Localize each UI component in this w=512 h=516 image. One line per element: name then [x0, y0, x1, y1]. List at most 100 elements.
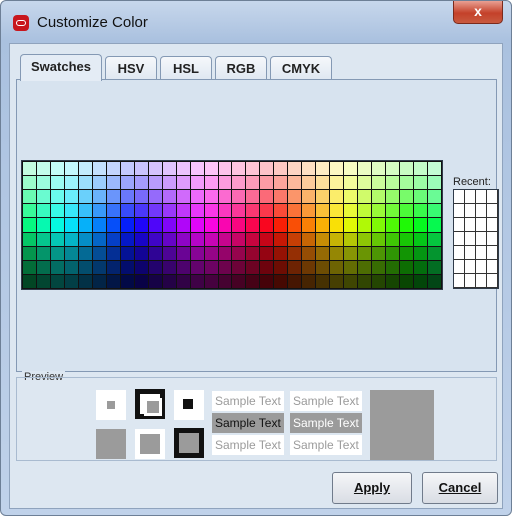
color-swatch[interactable]: [414, 176, 428, 190]
color-swatch[interactable]: [36, 246, 50, 260]
color-swatch[interactable]: [358, 218, 372, 232]
tab-hsv[interactable]: HSV: [105, 56, 157, 80]
color-swatch[interactable]: [78, 204, 92, 218]
color-swatch[interactable]: [372, 274, 386, 288]
color-swatch[interactable]: [414, 274, 428, 288]
title-bar[interactable]: Customize Color x: [1, 1, 511, 43]
color-swatch[interactable]: [274, 162, 288, 176]
color-swatch[interactable]: [23, 232, 36, 246]
color-swatch[interactable]: [372, 260, 386, 274]
color-swatch[interactable]: [400, 176, 414, 190]
color-swatch[interactable]: [190, 162, 204, 176]
color-swatch[interactable]: [330, 204, 344, 218]
color-swatch[interactable]: [36, 162, 50, 176]
color-swatch[interactable]: [92, 162, 106, 176]
tab-hsl[interactable]: HSL: [160, 56, 212, 80]
color-swatch[interactable]: [344, 232, 358, 246]
color-swatch[interactable]: [386, 246, 400, 260]
color-swatch[interactable]: [246, 246, 260, 260]
color-swatch[interactable]: [120, 218, 134, 232]
color-swatch[interactable]: [176, 274, 190, 288]
color-swatch[interactable]: [302, 260, 316, 274]
color-swatch[interactable]: [274, 232, 288, 246]
color-swatch[interactable]: [36, 218, 50, 232]
color-swatch[interactable]: [358, 274, 372, 288]
color-swatch[interactable]: [428, 232, 441, 246]
color-swatch[interactable]: [190, 232, 204, 246]
recent-swatch[interactable]: [454, 232, 465, 246]
color-swatch[interactable]: [204, 176, 218, 190]
color-swatch[interactable]: [23, 218, 36, 232]
color-swatch[interactable]: [400, 218, 414, 232]
color-swatch[interactable]: [302, 204, 316, 218]
color-swatch[interactable]: [330, 176, 344, 190]
color-swatch[interactable]: [50, 246, 64, 260]
color-swatch[interactable]: [260, 260, 274, 274]
color-swatch[interactable]: [134, 232, 148, 246]
color-swatch[interactable]: [218, 274, 232, 288]
color-swatch[interactable]: [260, 176, 274, 190]
color-swatch[interactable]: [358, 246, 372, 260]
color-swatch[interactable]: [106, 260, 120, 274]
color-swatch[interactable]: [92, 246, 106, 260]
color-swatch[interactable]: [148, 232, 162, 246]
color-swatch[interactable]: [246, 162, 260, 176]
color-swatch[interactable]: [344, 162, 358, 176]
color-swatch[interactable]: [162, 260, 176, 274]
color-swatch[interactable]: [36, 176, 50, 190]
color-swatch[interactable]: [204, 162, 218, 176]
recent-swatch[interactable]: [454, 218, 465, 232]
recent-swatch[interactable]: [465, 190, 476, 204]
color-swatch[interactable]: [64, 246, 78, 260]
color-swatch[interactable]: [134, 162, 148, 176]
color-swatch[interactable]: [414, 218, 428, 232]
color-swatch[interactable]: [316, 204, 330, 218]
color-swatch[interactable]: [372, 204, 386, 218]
color-swatch[interactable]: [148, 246, 162, 260]
color-swatch[interactable]: [106, 190, 120, 204]
color-swatch[interactable]: [316, 274, 330, 288]
color-swatch[interactable]: [176, 190, 190, 204]
color-swatch[interactable]: [246, 204, 260, 218]
color-swatch[interactable]: [302, 232, 316, 246]
color-swatch[interactable]: [246, 176, 260, 190]
swatch-palette[interactable]: [21, 160, 443, 290]
color-swatch[interactable]: [134, 204, 148, 218]
recent-swatch[interactable]: [465, 246, 476, 260]
color-swatch[interactable]: [232, 204, 246, 218]
color-swatch[interactable]: [78, 190, 92, 204]
color-swatch[interactable]: [134, 218, 148, 232]
color-swatch[interactable]: [218, 232, 232, 246]
color-swatch[interactable]: [106, 176, 120, 190]
tab-swatches[interactable]: Swatches: [20, 54, 102, 81]
color-swatch[interactable]: [288, 204, 302, 218]
color-swatch[interactable]: [414, 162, 428, 176]
color-swatch[interactable]: [148, 218, 162, 232]
color-swatch[interactable]: [414, 246, 428, 260]
color-swatch[interactable]: [36, 274, 50, 288]
color-swatch[interactable]: [64, 176, 78, 190]
color-swatch[interactable]: [176, 260, 190, 274]
color-swatch[interactable]: [316, 232, 330, 246]
color-swatch[interactable]: [358, 260, 372, 274]
close-button[interactable]: x: [453, 1, 503, 24]
color-swatch[interactable]: [78, 246, 92, 260]
recent-swatch[interactable]: [487, 190, 498, 204]
recent-swatch[interactable]: [476, 232, 487, 246]
color-swatch[interactable]: [316, 190, 330, 204]
color-swatch[interactable]: [23, 260, 36, 274]
color-swatch[interactable]: [92, 232, 106, 246]
color-swatch[interactable]: [190, 260, 204, 274]
color-swatch[interactable]: [246, 218, 260, 232]
color-swatch[interactable]: [302, 190, 316, 204]
color-swatch[interactable]: [260, 204, 274, 218]
color-swatch[interactable]: [162, 232, 176, 246]
color-swatch[interactable]: [274, 260, 288, 274]
color-swatch[interactable]: [428, 260, 441, 274]
color-swatch[interactable]: [120, 246, 134, 260]
color-swatch[interactable]: [288, 190, 302, 204]
recent-swatch[interactable]: [487, 246, 498, 260]
color-swatch[interactable]: [190, 190, 204, 204]
color-swatch[interactable]: [50, 162, 64, 176]
color-swatch[interactable]: [316, 218, 330, 232]
